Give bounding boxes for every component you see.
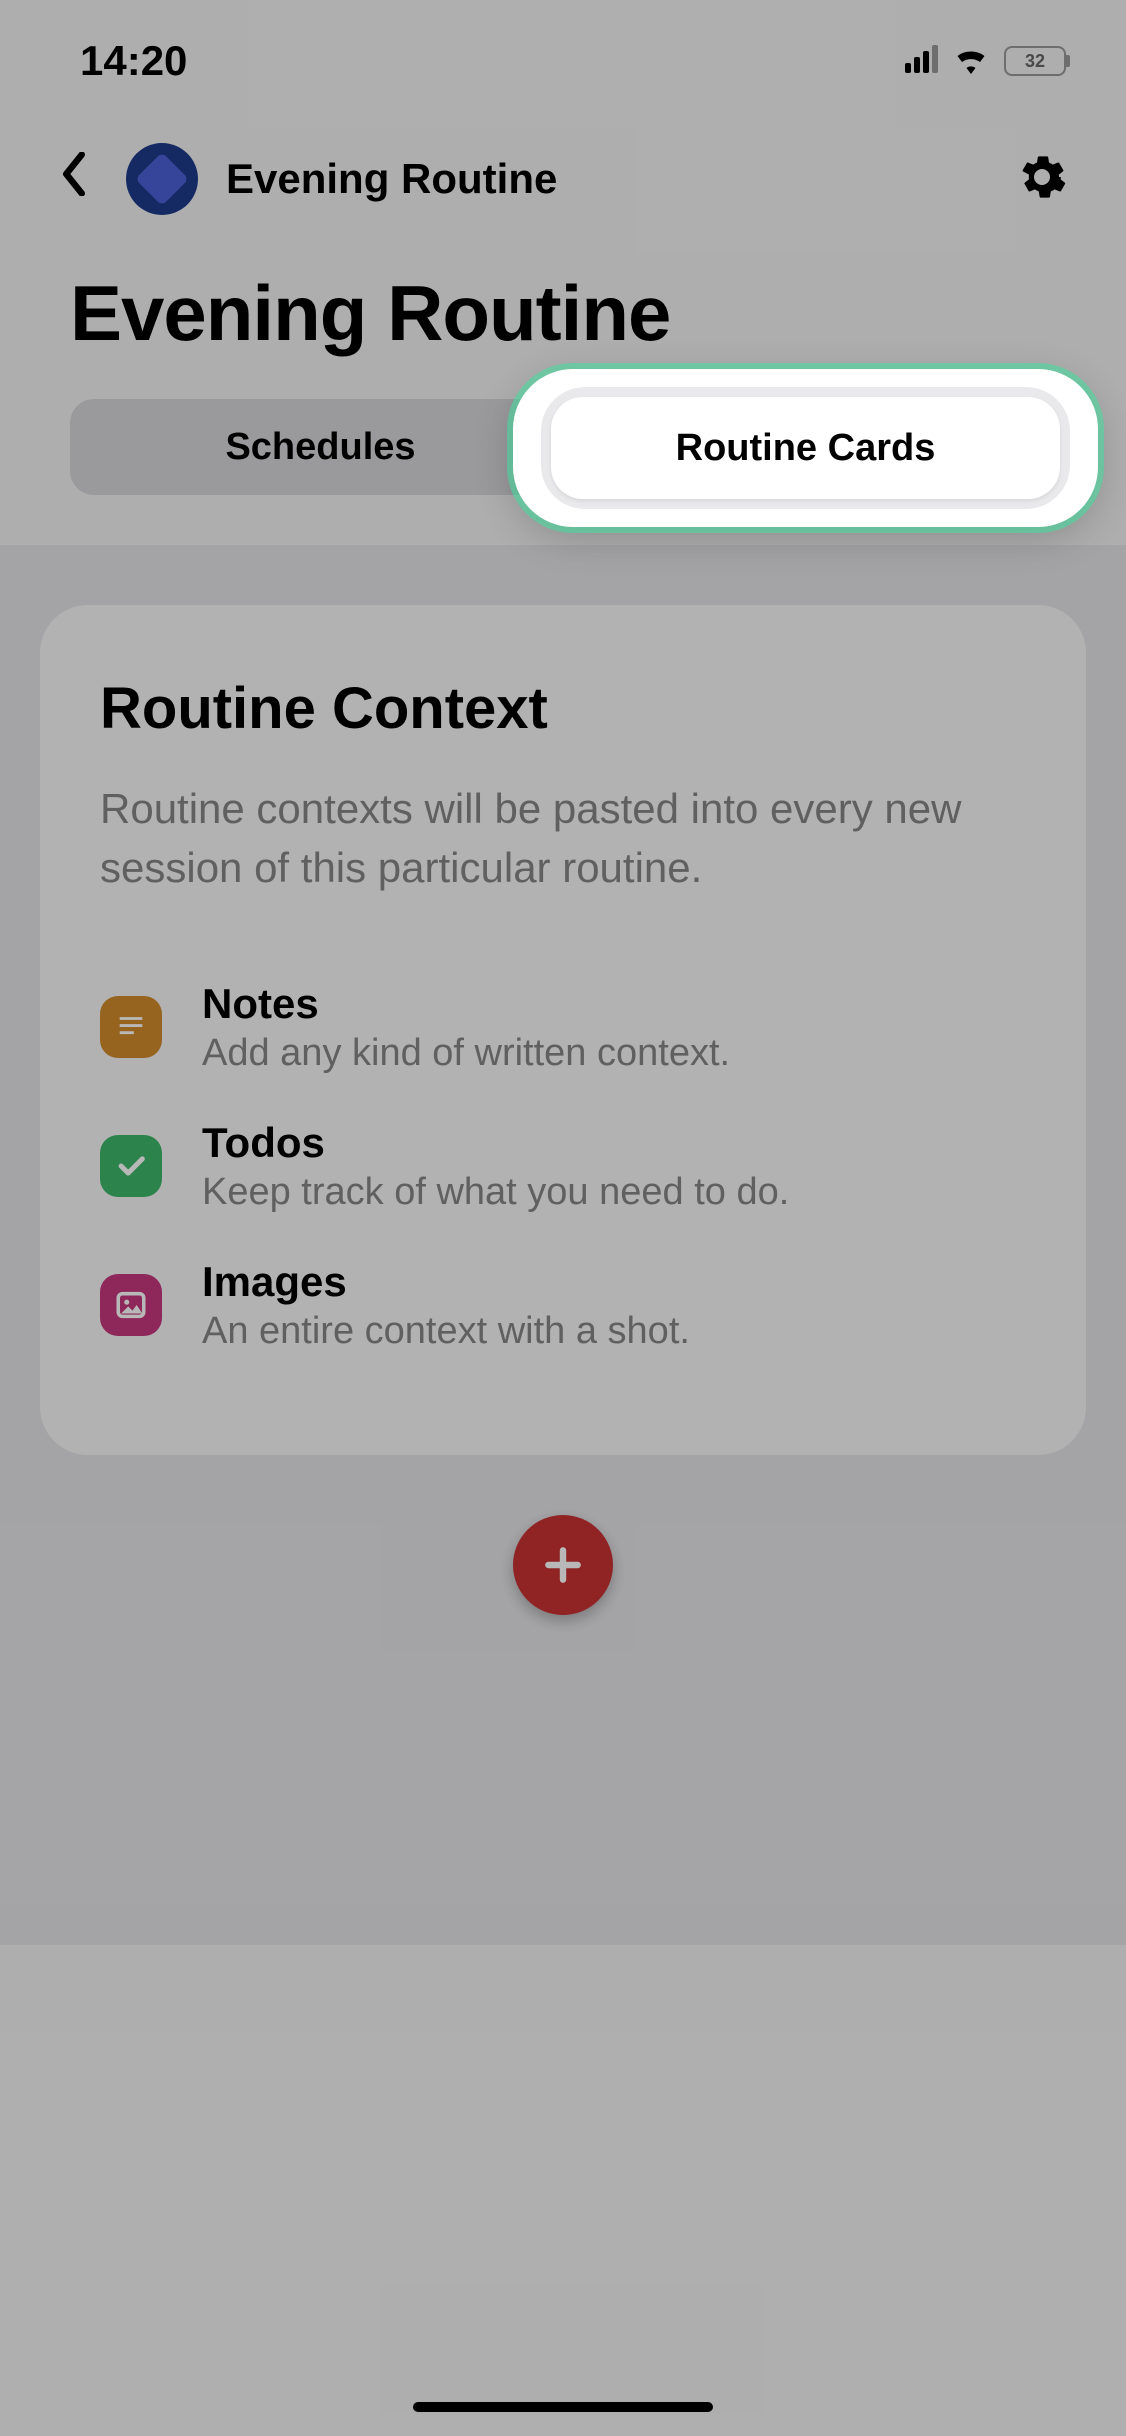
routine-context-card: Routine Context Routine contexts will be… [40, 605, 1086, 1455]
settings-button[interactable] [1008, 143, 1076, 216]
card-title: Routine Context [100, 675, 1026, 742]
home-indicator[interactable] [413, 2402, 713, 2412]
image-icon [100, 1274, 162, 1336]
cellular-signal-icon [902, 45, 938, 78]
tab-routine-cards[interactable]: Routine Cards [551, 397, 1060, 499]
context-item-notes[interactable]: Notes Add any kind of written context. [100, 958, 1026, 1097]
highlighted-tab-coachmark: Routine Cards [513, 369, 1098, 527]
battery-icon: 32 [1004, 46, 1066, 76]
status-icons: 32 [902, 44, 1066, 79]
context-item-desc: An entire context with a shot. [202, 1310, 1026, 1353]
status-bar: 14:20 32 [0, 0, 1126, 110]
routine-avatar-icon[interactable] [126, 143, 198, 215]
back-button[interactable] [50, 140, 98, 218]
content-sheet: Routine Context Routine contexts will be… [0, 545, 1126, 1945]
tab-schedules[interactable]: Schedules [78, 407, 563, 487]
context-item-title: Images [202, 1258, 1026, 1306]
segmented-control-wrap: Schedules Routine Cards [0, 399, 1126, 545]
notes-icon [100, 996, 162, 1058]
context-item-title: Todos [202, 1119, 1026, 1167]
context-item-images[interactable]: Images An entire context with a shot. [100, 1236, 1026, 1375]
status-time: 14:20 [80, 37, 187, 85]
context-item-desc: Add any kind of written context. [202, 1032, 1026, 1075]
nav-header: Evening Routine [0, 110, 1126, 238]
wifi-icon [952, 44, 990, 79]
context-item-desc: Keep track of what you need to do. [202, 1171, 1026, 1214]
context-item-title: Notes [202, 980, 1026, 1028]
nav-title: Evening Routine [226, 155, 980, 203]
context-item-todos[interactable]: Todos Keep track of what you need to do. [100, 1097, 1026, 1236]
add-button[interactable] [513, 1515, 613, 1615]
check-icon [100, 1135, 162, 1197]
card-description: Routine contexts will be pasted into eve… [100, 780, 1026, 898]
